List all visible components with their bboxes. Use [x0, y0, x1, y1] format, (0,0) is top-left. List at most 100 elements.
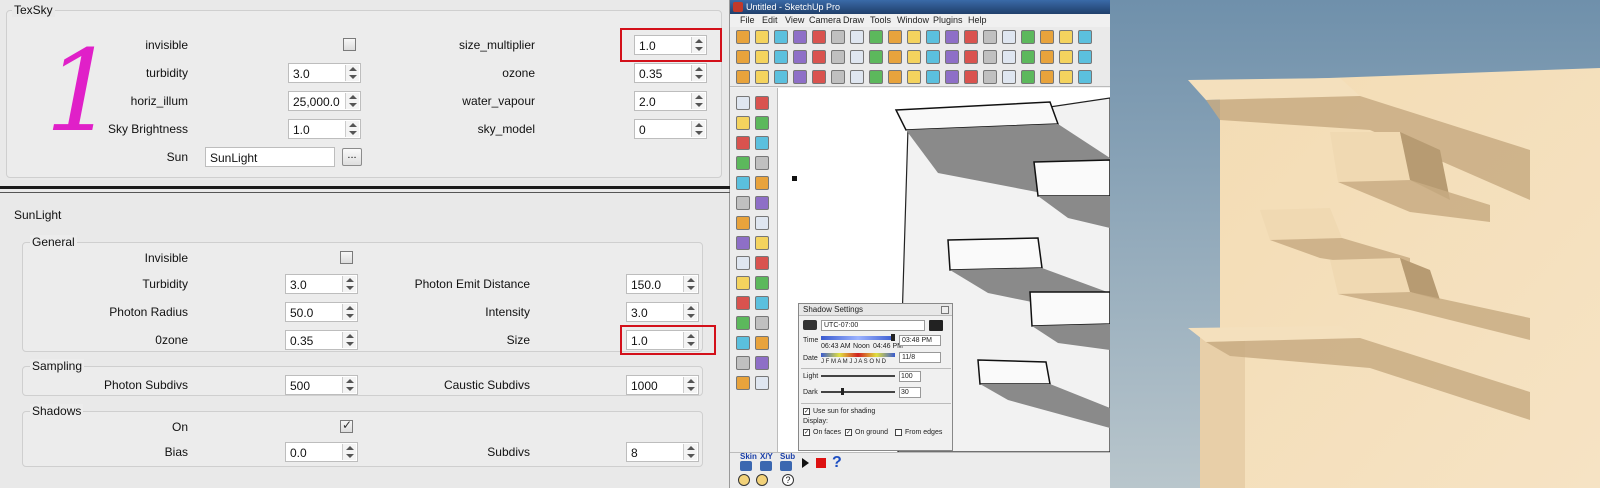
toolbar-tool-icon[interactable] — [1078, 50, 1092, 64]
palette-tool-icon[interactable] — [736, 316, 750, 330]
toolbar-tool-icon[interactable] — [945, 70, 959, 84]
toolbar-tool-icon[interactable] — [983, 70, 997, 84]
sl-ozone-spinbox[interactable]: 0.35 — [285, 330, 358, 350]
timezone-select[interactable]: UTC-07:00 — [821, 320, 925, 331]
spin-arrows-icon[interactable] — [345, 93, 359, 109]
spin-arrows-icon[interactable] — [683, 304, 697, 320]
toolbar-tool-icon[interactable] — [926, 50, 940, 64]
toolbar-tool-icon[interactable] — [850, 70, 864, 84]
toolbar-tool-icon[interactable] — [1040, 30, 1054, 44]
palette-tool-icon[interactable] — [755, 276, 769, 290]
palette-tool-icon[interactable] — [755, 196, 769, 210]
toolbar-tool-icon[interactable] — [831, 70, 845, 84]
record-icon[interactable] — [816, 458, 826, 468]
toolbar-tool-icon[interactable] — [793, 70, 807, 84]
toolbar-tool-icon[interactable] — [793, 50, 807, 64]
palette-tool-icon[interactable] — [736, 116, 750, 130]
time-slider-thumb[interactable] — [891, 334, 895, 341]
toolbar-tool-icon[interactable] — [964, 70, 978, 84]
instructor-icon[interactable]: ? — [782, 474, 794, 486]
spin-arrows-icon[interactable] — [345, 121, 359, 137]
spin-arrows-icon[interactable] — [342, 444, 356, 460]
palette-tool-icon[interactable] — [755, 156, 769, 170]
help-icon[interactable]: ? — [832, 454, 842, 472]
toolbar-tool-icon[interactable] — [1040, 70, 1054, 84]
palette-tool-icon[interactable] — [755, 356, 769, 370]
toolbar-tool-icon[interactable] — [926, 70, 940, 84]
ozone-spinbox[interactable]: 0.35 — [634, 63, 707, 83]
on-ground-checkbox[interactable]: ✓ — [845, 429, 852, 436]
toolbar-tool-icon[interactable] — [812, 50, 826, 64]
caustic-subdivs-spinbox[interactable]: 1000 — [626, 375, 699, 395]
time-slider[interactable] — [821, 336, 895, 340]
toolbar-tool-icon[interactable] — [945, 50, 959, 64]
toolbar-tool-icon[interactable] — [926, 30, 940, 44]
menu-window[interactable]: Window — [897, 15, 929, 25]
sky-brightness-spinbox[interactable]: 1.0 — [288, 119, 361, 139]
palette-tool-icon[interactable] — [755, 336, 769, 350]
sky-model-spinbox[interactable]: 0 — [634, 119, 707, 139]
photon-emit-distance-spinbox[interactable]: 150.0 — [626, 274, 699, 294]
toolbar-tool-icon[interactable] — [869, 70, 883, 84]
photon-radius-spinbox[interactable]: 50.0 — [285, 302, 358, 322]
toolbar-tool-icon[interactable] — [1040, 50, 1054, 64]
close-icon[interactable] — [941, 306, 949, 314]
toolbar-tool-icon[interactable] — [774, 70, 788, 84]
use-sun-checkbox[interactable]: ✓ — [803, 408, 810, 415]
horiz-illum-spinbox[interactable]: 25,000.0 — [288, 91, 361, 111]
palette-tool-icon[interactable] — [755, 256, 769, 270]
xy-label[interactable]: X/Y — [760, 452, 773, 461]
sun-field[interactable]: SunLight — [205, 147, 335, 167]
toolbar-tool-icon[interactable] — [755, 50, 769, 64]
spin-arrows-icon[interactable] — [683, 444, 697, 460]
toolbar-tool-icon[interactable] — [964, 50, 978, 64]
toolbar-tool-icon[interactable] — [1059, 50, 1073, 64]
toolbar-tool-icon[interactable] — [888, 50, 902, 64]
palette-tool-icon[interactable] — [755, 96, 769, 110]
palette-tool-icon[interactable] — [736, 276, 750, 290]
toolbar-tool-icon[interactable] — [907, 70, 921, 84]
toolbar-tool-icon[interactable] — [983, 30, 997, 44]
spin-arrows-icon[interactable] — [691, 65, 705, 81]
toolbar-tool-icon[interactable] — [964, 30, 978, 44]
dark-slider-thumb[interactable] — [841, 388, 844, 395]
toolbar-tool-icon[interactable] — [831, 50, 845, 64]
expand-icon[interactable] — [929, 320, 943, 331]
skin-label[interactable]: Skin — [740, 452, 757, 461]
menu-help[interactable]: Help — [968, 15, 987, 25]
skin-icon[interactable] — [740, 461, 752, 471]
toolbar-tool-icon[interactable] — [1021, 70, 1035, 84]
spin-arrows-icon[interactable] — [342, 304, 356, 320]
sub-icon[interactable] — [780, 461, 792, 471]
spin-arrows-icon[interactable] — [345, 65, 359, 81]
spin-arrows-icon[interactable] — [683, 276, 697, 292]
palette-tool-icon[interactable] — [736, 256, 750, 270]
palette-tool-icon[interactable] — [736, 136, 750, 150]
toolbar-tool-icon[interactable] — [831, 30, 845, 44]
palette-tool-icon[interactable] — [755, 376, 769, 390]
toolbar-tool-icon[interactable] — [1002, 30, 1016, 44]
palette-tool-icon[interactable] — [755, 216, 769, 230]
toolbar-tool-icon[interactable] — [888, 70, 902, 84]
light-field[interactable]: 100 — [899, 371, 921, 382]
play-icon[interactable] — [802, 458, 809, 468]
toolbar-tool-icon[interactable] — [907, 30, 921, 44]
toolbar-tool-icon[interactable] — [736, 30, 750, 44]
xy-icon[interactable] — [760, 461, 772, 471]
palette-tool-icon[interactable] — [736, 216, 750, 230]
palette-tool-icon[interactable] — [736, 176, 750, 190]
toolbar-tool-icon[interactable] — [1078, 70, 1092, 84]
toolbar-tool-icon[interactable] — [945, 30, 959, 44]
palette-tool-icon[interactable] — [755, 176, 769, 190]
on-faces-checkbox[interactable]: ✓ — [803, 429, 810, 436]
palette-tool-icon[interactable] — [736, 376, 750, 390]
menu-view[interactable]: View — [785, 15, 804, 25]
toolbar-tool-icon[interactable] — [888, 30, 902, 44]
toolbar-tool-icon[interactable] — [1002, 70, 1016, 84]
dark-field[interactable]: 30 — [899, 387, 921, 398]
toolbar-tool-icon[interactable] — [1078, 30, 1092, 44]
palette-tool-icon[interactable] — [755, 116, 769, 130]
toolbar-tool-icon[interactable] — [755, 30, 769, 44]
palette-tool-icon[interactable] — [755, 316, 769, 330]
palette-tool-icon[interactable] — [736, 196, 750, 210]
